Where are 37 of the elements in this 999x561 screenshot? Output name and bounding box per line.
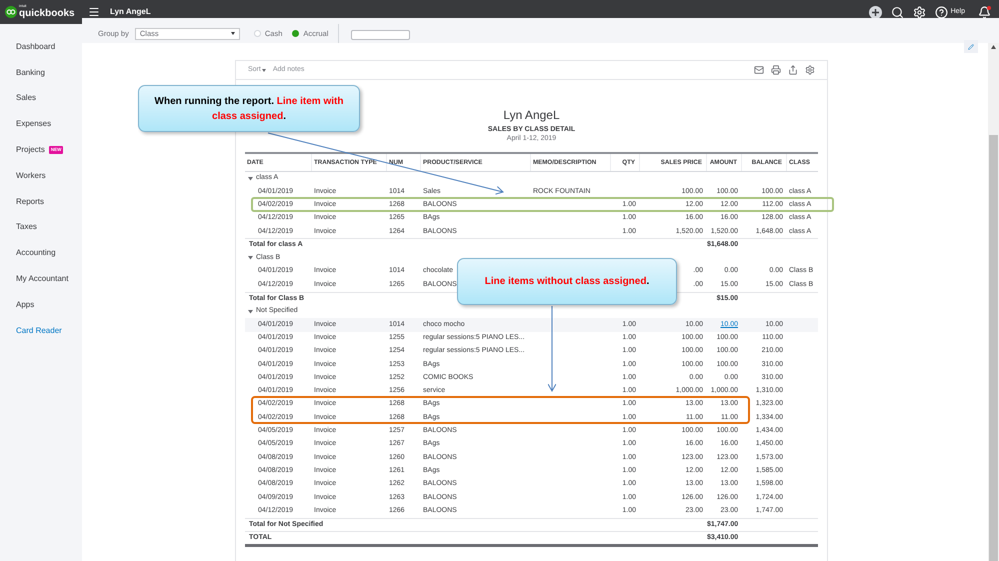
report-company: Lyn AngeL — [503, 108, 560, 123]
caret-icon[interactable] — [248, 176, 253, 181]
menu-icon[interactable] — [88, 6, 100, 18]
search-icon[interactable] — [890, 6, 904, 18]
sidebar-item[interactable]: Accounting — [16, 247, 56, 260]
dropdown-icon[interactable] — [230, 32, 235, 35]
caret-icon[interactable] — [248, 256, 253, 260]
sidebar-item[interactable]: Taxes — [16, 221, 37, 234]
caret-icon[interactable] — [248, 310, 253, 314]
scroll-up-icon[interactable] — [991, 45, 996, 49]
scrollbar[interactable] — [988, 43, 999, 561]
help-icon[interactable] — [934, 6, 948, 18]
sidebar-item[interactable]: Apps — [16, 298, 34, 311]
sidebar-link[interactable]: Card Reader — [16, 324, 62, 337]
radio-button[interactable] — [292, 30, 300, 37]
sidebar-item[interactable]: Workers — [16, 170, 46, 182]
brand-name: quickbooks — [19, 8, 75, 19]
callout-text: When running the report. Line item with class assigned. — [154, 94, 344, 124]
email-icon[interactable] — [754, 65, 764, 75]
callout-text: Line items without class assigned. — [484, 275, 650, 289]
logo-icon — [5, 6, 17, 18]
company-name: Lyn AngeL — [110, 6, 151, 18]
sidebar-item[interactable]: Reports — [16, 196, 44, 208]
sidebar-item[interactable]: Expenses — [16, 118, 52, 130]
pencil-icon[interactable] — [968, 44, 974, 50]
sidebar-item[interactable]: Banking — [16, 66, 45, 79]
radio-button[interactable] — [254, 30, 261, 37]
sidebar-item[interactable]: Sales — [16, 92, 36, 104]
add-icon[interactable] — [868, 6, 882, 18]
export-icon[interactable] — [788, 65, 798, 75]
edit-button[interactable] — [964, 40, 978, 53]
sidebar-item[interactable]: Projects — [16, 144, 45, 156]
sidebar-item[interactable]: Dashboard — [16, 40, 56, 53]
print-icon[interactable] — [771, 65, 781, 75]
caret-icon[interactable] — [262, 68, 266, 72]
settings-icon[interactable] — [805, 65, 815, 75]
sidebar-item[interactable]: My Accountant — [16, 273, 68, 286]
